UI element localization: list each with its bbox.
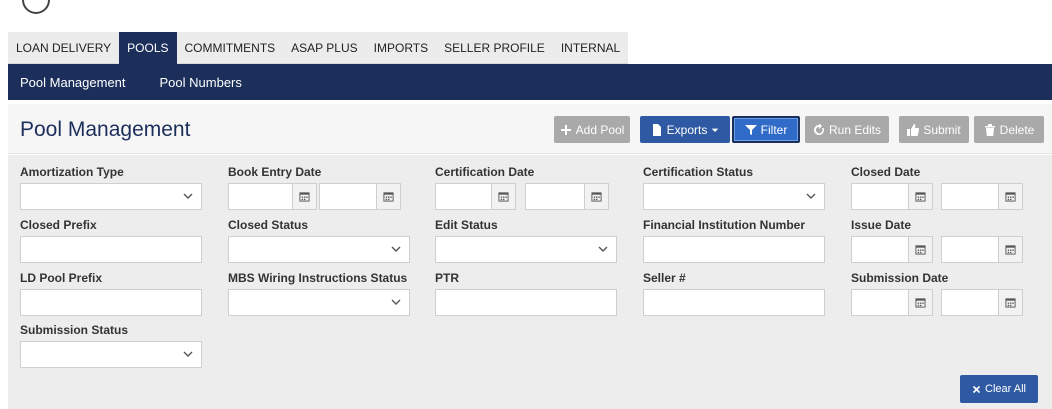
calendar-icon <box>1005 298 1016 308</box>
chevron-down-icon <box>183 193 193 199</box>
add-pool-button[interactable]: Add Pool <box>554 116 630 143</box>
book-entry-date-from-calendar-button[interactable] <box>292 183 317 210</box>
submission-date-label: Submission Date <box>851 271 949 285</box>
exports-button[interactable]: Exports <box>640 116 730 143</box>
financial-institution-number-label: Financial Institution Number <box>643 218 806 232</box>
subnav-pool-numbers[interactable]: Pool Numbers <box>138 75 254 90</box>
edit-status-select[interactable] <box>435 236 617 263</box>
ptr-label: PTR <box>435 271 459 285</box>
financial-institution-number-input[interactable] <box>643 236 825 263</box>
tab-imports[interactable]: IMPORTS <box>366 32 436 64</box>
submission-status-label: Submission Status <box>20 323 129 337</box>
book-entry-date-to-input[interactable] <box>319 183 377 210</box>
certification-date-from-input[interactable] <box>435 183 492 210</box>
closed-date-to-calendar-button[interactable] <box>998 183 1023 210</box>
tab-loan-delivery[interactable]: LOAN DELIVERY <box>8 32 119 64</box>
tab-internal[interactable]: INTERNAL <box>553 32 628 64</box>
issue-date-to-calendar-button[interactable] <box>998 236 1023 263</box>
filter-panel: Amortization Type Book Entry Date Certif… <box>8 155 1052 409</box>
chevron-down-icon <box>598 246 608 252</box>
page-header: Pool Management Add Pool Exports Filter … <box>8 104 1052 154</box>
book-entry-date-to-calendar-button[interactable] <box>376 183 401 210</box>
closed-prefix-input[interactable] <box>20 236 202 263</box>
subnav-pool-management[interactable]: Pool Management <box>8 75 138 90</box>
calendar-icon <box>915 298 926 308</box>
chevron-down-icon <box>806 193 816 199</box>
ptr-input[interactable] <box>435 289 617 316</box>
submission-status-select[interactable] <box>20 341 202 368</box>
filter-icon <box>744 124 757 135</box>
issue-date-label: Issue Date <box>851 218 912 232</box>
close-icon <box>972 385 981 393</box>
issue-date-from-input[interactable] <box>851 236 909 263</box>
trash-icon <box>984 123 995 136</box>
seller-number-label: Seller # <box>643 271 686 285</box>
tab-commitments[interactable]: COMMITMENTS <box>177 32 284 64</box>
certification-status-select[interactable] <box>643 183 825 210</box>
calendar-icon <box>498 192 509 202</box>
clear-all-button[interactable]: Clear All <box>960 375 1038 403</box>
sub-navigation: Pool Management Pool Numbers <box>8 64 1052 100</box>
plus-icon <box>560 124 571 135</box>
logo-icon <box>16 0 56 20</box>
chevron-down-icon <box>391 299 401 305</box>
submission-date-to-calendar-button[interactable] <box>998 289 1023 316</box>
closed-date-to-input[interactable] <box>941 183 999 210</box>
caret-down-icon <box>712 128 719 132</box>
submission-date-from-input[interactable] <box>851 289 909 316</box>
issue-date-to-input[interactable] <box>941 236 999 263</box>
file-icon <box>652 123 661 136</box>
tab-pools[interactable]: POOLS <box>119 32 177 64</box>
calendar-icon <box>591 192 602 202</box>
certification-date-label: Certification Date <box>435 165 535 179</box>
closed-prefix-label: Closed Prefix <box>20 218 97 232</box>
tab-seller-profile[interactable]: SELLER PROFILE <box>436 32 553 64</box>
seller-number-input[interactable] <box>643 289 825 316</box>
book-entry-date-label: Book Entry Date <box>228 165 322 179</box>
amortization-type-select[interactable] <box>20 183 202 210</box>
calendar-icon <box>1005 192 1016 202</box>
closed-status-select[interactable] <box>228 236 410 263</box>
closed-date-from-calendar-button[interactable] <box>908 183 933 210</box>
issue-date-from-calendar-button[interactable] <box>908 236 933 263</box>
closed-date-label: Closed Date <box>851 165 921 179</box>
thumbs-up-icon <box>907 123 920 136</box>
edit-status-label: Edit Status <box>435 218 498 232</box>
submit-button[interactable]: Submit <box>899 116 969 143</box>
filter-button[interactable]: Filter <box>732 116 800 143</box>
closed-status-label: Closed Status <box>228 218 309 232</box>
run-edits-button[interactable]: Run Edits <box>805 116 889 143</box>
mbs-wiring-instructions-status-select[interactable] <box>228 289 410 316</box>
certification-date-to-calendar-button[interactable] <box>584 183 609 210</box>
book-entry-date-from-input[interactable] <box>228 183 293 210</box>
top-strip <box>0 0 1052 32</box>
calendar-icon <box>915 245 926 255</box>
mbs-wiring-instructions-status-label: MBS Wiring Instructions Status <box>228 271 408 285</box>
calendar-icon <box>383 192 394 202</box>
certification-date-from-calendar-button[interactable] <box>491 183 516 210</box>
ld-pool-prefix-input[interactable] <box>20 289 202 316</box>
tab-asap-plus[interactable]: ASAP PLUS <box>283 32 365 64</box>
submission-date-to-input[interactable] <box>941 289 999 316</box>
amortization-type-label: Amortization Type <box>20 165 124 179</box>
closed-date-from-input[interactable] <box>851 183 909 210</box>
calendar-icon <box>915 192 926 202</box>
page-title: Pool Management <box>20 118 191 141</box>
chevron-down-icon <box>183 351 193 357</box>
submission-date-from-calendar-button[interactable] <box>908 289 933 316</box>
calendar-icon <box>1005 245 1016 255</box>
chevron-down-icon <box>391 246 401 252</box>
certification-status-label: Certification Status <box>643 165 754 179</box>
certification-date-to-input[interactable] <box>525 183 585 210</box>
calendar-icon <box>299 192 310 202</box>
primary-tabs: LOAN DELIVERY POOLS COMMITMENTS ASAP PLU… <box>8 32 629 64</box>
ld-pool-prefix-label: LD Pool Prefix <box>20 271 103 285</box>
refresh-icon <box>814 123 824 135</box>
delete-button[interactable]: Delete <box>974 116 1044 143</box>
